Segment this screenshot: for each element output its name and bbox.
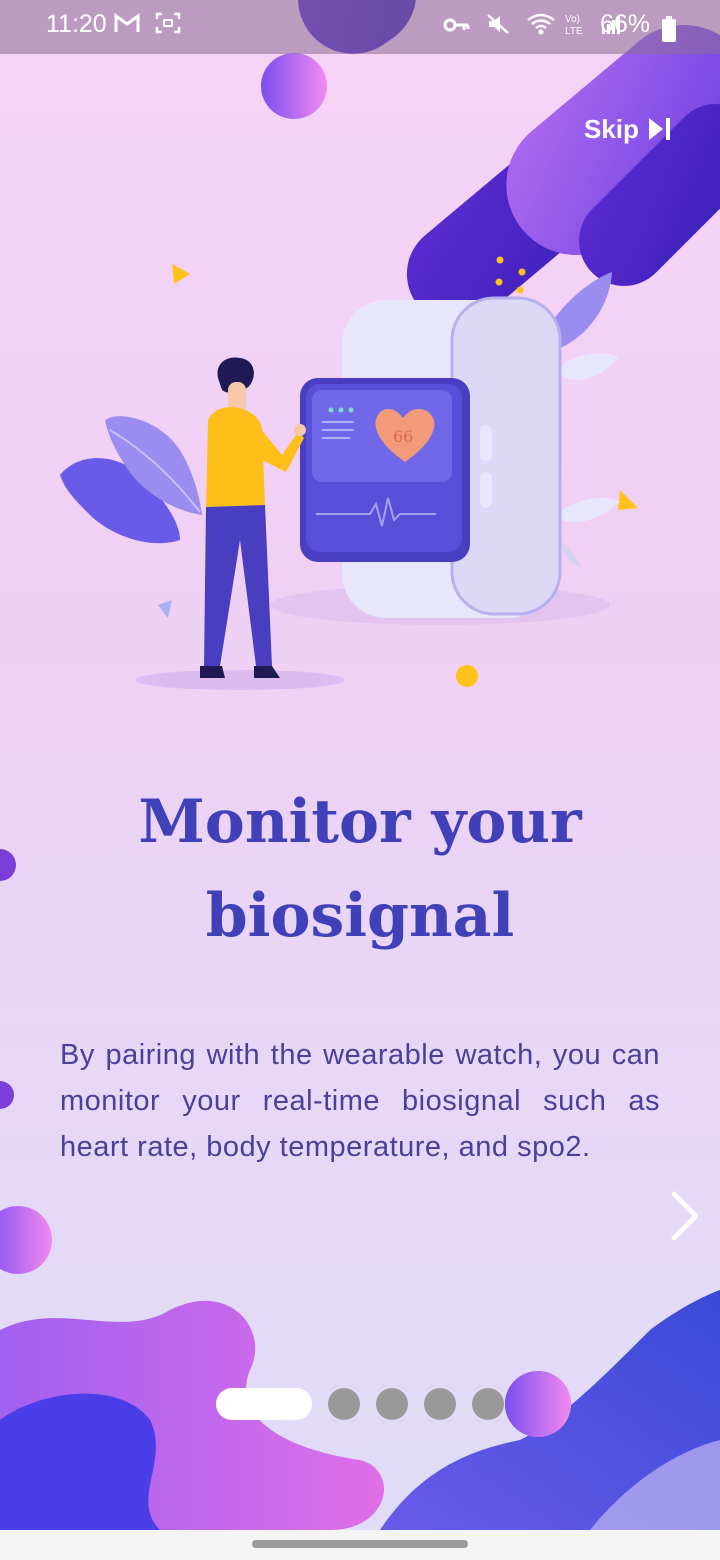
decorative-ball — [505, 1371, 571, 1437]
status-bar: 11:20 Vo) LTE 66% — [0, 0, 720, 54]
page-dot[interactable] — [424, 1388, 456, 1420]
next-arrow-icon[interactable] — [664, 1188, 708, 1244]
battery-percent: 66% — [600, 10, 651, 38]
home-gesture-handle[interactable] — [252, 1540, 468, 1548]
vpn-key-icon — [443, 18, 470, 32]
svg-text:LTE: LTE — [565, 26, 583, 36]
page-description: By pairing with the wearable watch, you … — [60, 1039, 660, 1163]
svg-text:Vo): Vo) — [565, 14, 580, 25]
wifi-icon — [527, 13, 555, 35]
screenshot-icon — [155, 12, 181, 34]
volte-icon: Vo)LTE — [565, 14, 583, 37]
triangle-decoration — [172, 264, 190, 284]
heart-rate-number: 66 — [393, 427, 413, 446]
page-dot[interactable] — [328, 1388, 360, 1420]
page-indicator — [216, 1388, 520, 1420]
smartwatch-illustration: 66 — [60, 256, 638, 690]
status-right-icons: Vo) LTE — [442, 12, 622, 43]
skip-next-icon — [648, 118, 670, 140]
battery-icon — [662, 16, 676, 42]
page-dot[interactable] — [376, 1388, 408, 1420]
page-dot-active[interactable] — [216, 1388, 312, 1420]
mute-icon — [487, 14, 509, 34]
skip-button[interactable]: Skip — [584, 112, 684, 146]
status-left-icons — [114, 12, 181, 41]
skip-label: Skip — [584, 113, 639, 144]
gmail-icon — [114, 13, 140, 32]
page-title: Monitor your biosignal — [138, 787, 582, 951]
status-time: 11:20 — [46, 10, 107, 38]
